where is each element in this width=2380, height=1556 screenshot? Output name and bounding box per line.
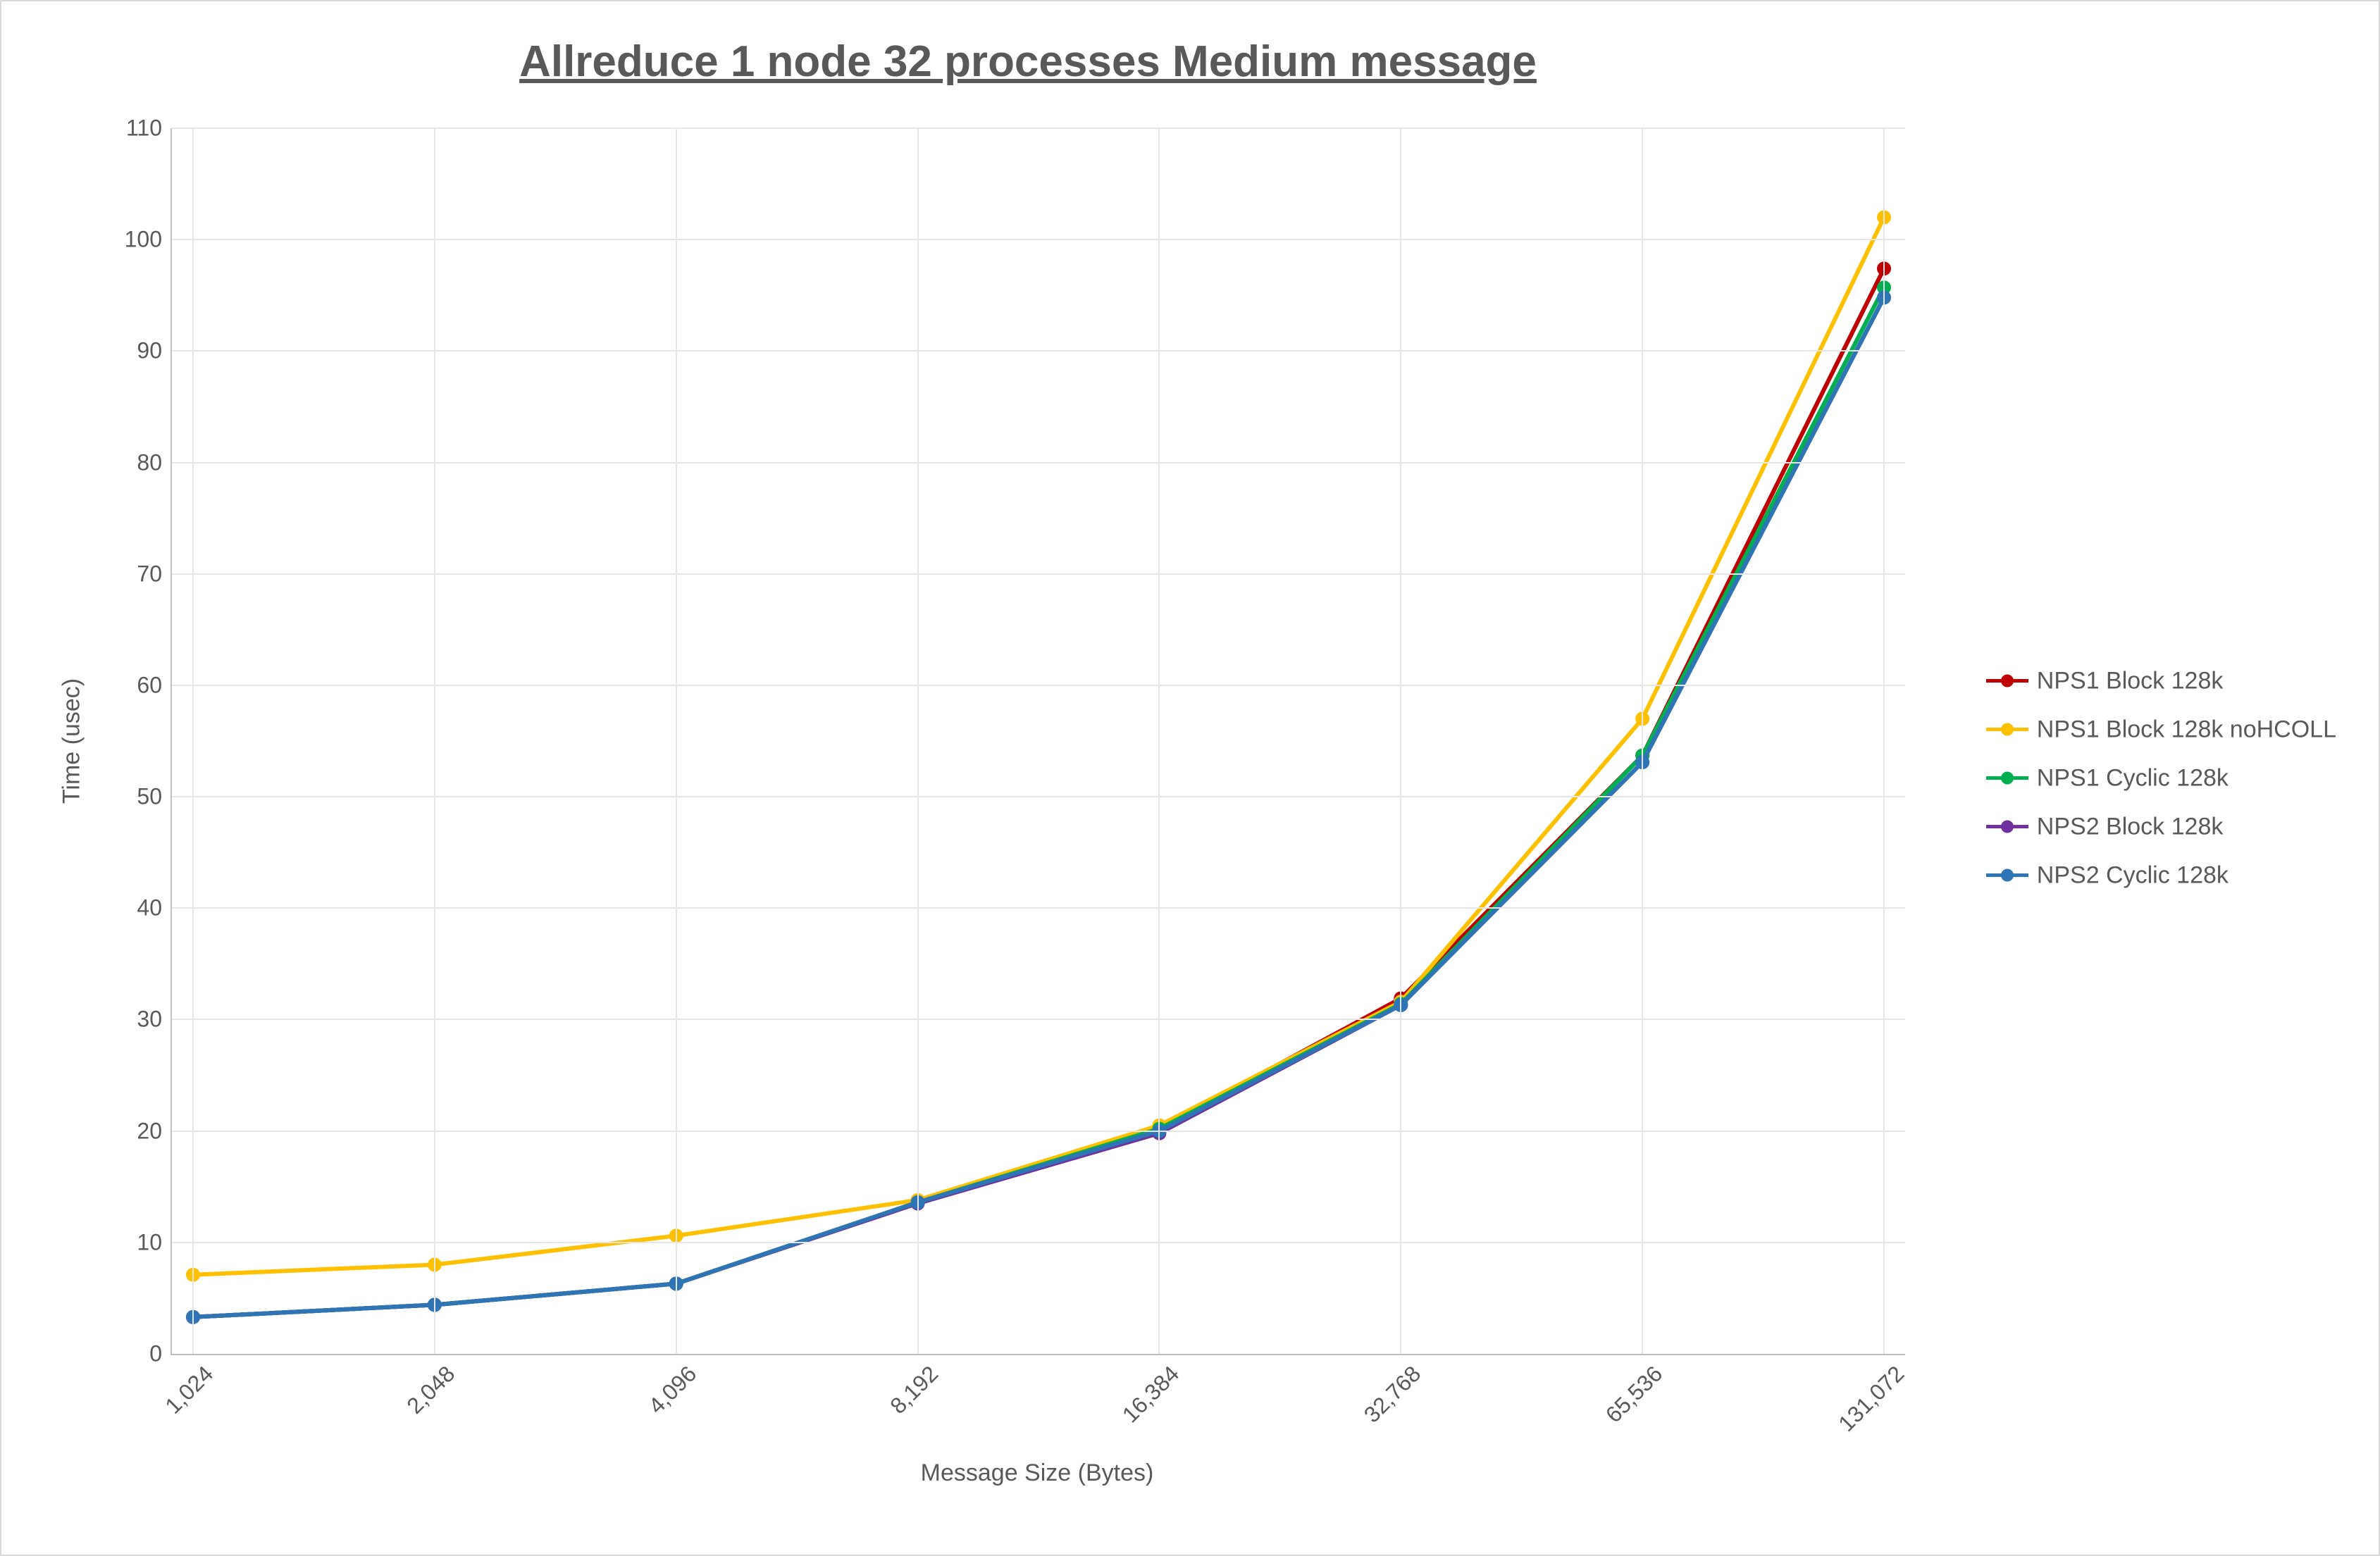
y-tick-label: 30 [137,1007,162,1033]
legend-item: NPS1 Cyclic 128k [1986,764,2336,792]
gridline-h [172,1019,1905,1020]
x-tick-label: 65,536 [1594,1354,1668,1428]
gridline-h [172,350,1905,351]
legend-item: NPS1 Block 128k [1986,667,2336,695]
gridline-v [917,128,919,1354]
gridline-v [1400,128,1401,1354]
chart-lines [172,128,1905,1354]
x-tick-label: 2,048 [395,1354,460,1419]
gridline-v [434,128,435,1354]
y-tick-label: 50 [137,784,162,810]
gridline-h [172,1131,1905,1132]
gridline-v [1158,128,1160,1354]
y-tick-label: 100 [125,227,162,253]
gridline-h [172,573,1905,575]
x-tick-label: 16,384 [1110,1354,1184,1428]
legend-item: NPS2 Cyclic 128k [1986,861,2336,889]
y-tick-label: 60 [137,672,162,698]
gridline-h [172,239,1905,240]
gridline-h [172,462,1905,463]
gridline-h [172,685,1905,686]
y-tick-label: 90 [137,338,162,364]
x-tick-label: 32,768 [1352,1354,1426,1428]
gridline-v [1642,128,1643,1354]
y-tick-label: 80 [137,449,162,475]
x-tick-label: 131,072 [1826,1354,1909,1437]
gridline-v [192,128,194,1354]
gridline-h [172,796,1905,797]
gridline-v [1883,128,1885,1354]
gridline-h [172,907,1905,909]
gridline-h [172,1242,1905,1243]
legend-item: NPS2 Block 128k [1986,813,2336,840]
y-tick-label: 10 [137,1229,162,1255]
chart-title: Allreduce 1 node 32 processes Medium mes… [16,37,2040,87]
x-tick-label: 1,024 [153,1354,218,1419]
legend: NPS1 Block 128k NPS1 Block 128k noHCOLL NP… [1986,646,2336,910]
x-tick-label: 8,192 [878,1354,943,1419]
plot-area: 01020304050607080901001101,0242,0484,096… [171,128,1905,1355]
legend-label: NPS2 Cyclic 128k [2037,861,2229,889]
y-tick-label: 0 [149,1341,162,1367]
x-tick-label: 4,096 [636,1354,702,1419]
legend-label: NPS1 Block 128k noHCOLL [2037,716,2336,743]
y-tick-label: 110 [126,116,162,142]
y-tick-label: 20 [137,1118,162,1144]
series-line [193,218,1884,1275]
gridline-v [676,128,677,1354]
legend-label: NPS1 Block 128k [2037,667,2224,695]
chart-wrap: Allreduce 1 node 32 processes Medium mes… [16,15,2364,1541]
series-line [193,268,1884,1317]
x-axis-label: Message Size (Bytes) [171,1459,1904,1487]
gridline-h [172,127,1905,129]
y-tick-label: 40 [137,895,162,921]
chart-container: Allreduce 1 node 32 processes Medium mes… [0,0,2380,1556]
legend-label: NPS2 Block 128k [2037,813,2224,840]
y-tick-label: 70 [137,561,162,587]
legend-label: NPS1 Cyclic 128k [2037,764,2229,792]
y-axis-label: Time (usec) [58,678,86,804]
legend-item: NPS1 Block 128k noHCOLL [1986,716,2336,743]
